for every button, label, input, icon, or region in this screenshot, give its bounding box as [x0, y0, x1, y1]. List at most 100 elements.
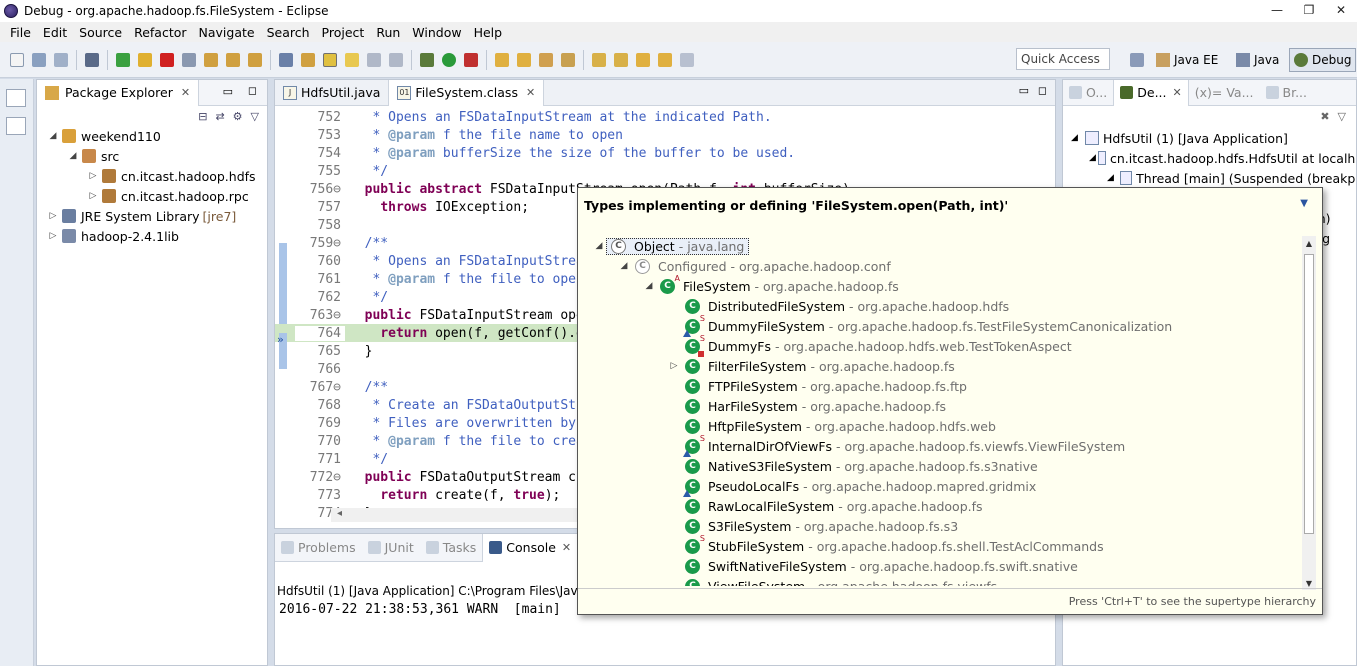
expanded-arrow-icon[interactable]: ◢	[1089, 153, 1096, 163]
tab-outline[interactable]: O...	[1063, 80, 1113, 106]
remove-terminated-icon[interactable]: ✖	[1320, 110, 1329, 123]
disconnect-icon[interactable]	[179, 50, 199, 70]
collapsed-arrow-icon[interactable]: ▷	[87, 191, 99, 201]
tree-item[interactable]: ◢ weekend110	[37, 126, 267, 146]
new-icon[interactable]	[7, 50, 27, 70]
chevron-down-icon[interactable]	[677, 50, 697, 70]
prev-annotation-icon[interactable]	[611, 50, 631, 70]
tab-console[interactable]: Console ✕	[482, 533, 579, 562]
highlight-icon[interactable]	[320, 50, 340, 70]
menu-search[interactable]: Search	[261, 25, 316, 40]
next-annotation-icon[interactable]	[589, 50, 609, 70]
code-line[interactable]: 752 * Opens an FSDataInputStream at the …	[275, 108, 1055, 126]
paragraph-icon[interactable]	[386, 50, 406, 70]
drop-to-frame-icon[interactable]	[276, 50, 296, 70]
expanded-arrow-icon[interactable]: ◢	[1107, 173, 1118, 183]
hierarchy-item[interactable]: C S StubFileSystem - org.apache.hadoop.fs.…	[582, 534, 1310, 556]
hierarchy-item[interactable]: C S DummyFileSystem - org.apache.hadoop.fs…	[582, 314, 1310, 337]
expanded-arrow-icon[interactable]: ◢	[67, 151, 79, 161]
hierarchy-item[interactable]: C S InternalDirOfViewFs - org.apache.hadoo…	[582, 434, 1310, 457]
suspend-icon[interactable]	[135, 50, 155, 70]
menu-source[interactable]: Source	[73, 25, 128, 40]
debug-icon[interactable]	[417, 50, 437, 70]
save-all-icon[interactable]	[51, 50, 71, 70]
code-line[interactable]: 753 * @param f the file name to open	[275, 126, 1055, 144]
tab-hdfsutil-java[interactable]: J HdfsUtil.java	[275, 80, 390, 106]
popup-menu-icon[interactable]: ▼	[1300, 198, 1308, 209]
restore-icon[interactable]	[6, 89, 26, 107]
quick-access-input[interactable]: Quick Access	[1016, 48, 1110, 70]
hierarchy-item[interactable]: C PseudoLocalFs - org.apache.hadoop.mapre…	[582, 476, 1310, 497]
vertical-scrollbar[interactable]: ▲ ▼	[1302, 236, 1316, 590]
chevron-down-icon[interactable]: ▽	[251, 110, 259, 123]
expanded-arrow-icon[interactable]: ◢	[47, 131, 59, 141]
scroll-up-icon[interactable]: ▲	[1302, 236, 1316, 250]
tree-item[interactable]: ▷ hadoop-2.4.1lib	[37, 226, 267, 246]
collapsed-arrow-icon[interactable]: ▷	[667, 361, 681, 371]
chevron-down-icon[interactable]: ▽	[1338, 110, 1346, 123]
debug-tree-item[interactable]: ◢ Thread [main] (Suspended (breakpo	[1063, 168, 1356, 188]
hierarchy-item[interactable]: ◢ C Configured - org.apache.hadoop.conf	[582, 256, 1310, 276]
run-icon[interactable]	[439, 50, 459, 70]
save-icon[interactable]	[29, 50, 49, 70]
hierarchy-item[interactable]: ◢ C Object - java.lang	[582, 236, 1310, 256]
hierarchy-item[interactable]: C HftpFileSystem - org.apache.hadoop.hdfs…	[582, 416, 1310, 436]
tree-item[interactable]: ◢ src	[37, 146, 267, 166]
tree-item[interactable]: ▷ cn.itcast.hadoop.rpc	[37, 186, 267, 206]
expanded-arrow-icon[interactable]: ◢	[642, 281, 656, 291]
code-line[interactable]: 754 * @param bufferSize the size of the …	[275, 144, 1055, 162]
close-button[interactable]: ✕	[1325, 0, 1357, 20]
external-tools-icon[interactable]	[461, 50, 481, 70]
menu-run[interactable]: Run	[370, 25, 406, 40]
debug-tree-item[interactable]: ◢ HdfsUtil (1) [Java Application]	[1063, 128, 1356, 148]
back-icon[interactable]	[633, 50, 653, 70]
step-into-icon[interactable]	[201, 50, 221, 70]
hierarchy-item[interactable]: C S DummyFs - org.apache.hadoop.hdfs.web.T…	[582, 334, 1310, 357]
maximize-view-icon[interactable]: ◻	[248, 84, 257, 97]
hierarchy-item[interactable]: C S3FileSystem - org.apache.hadoop.fs.s3	[582, 516, 1310, 536]
step-return-icon[interactable]	[245, 50, 265, 70]
collapsed-arrow-icon[interactable]: ▷	[47, 231, 59, 241]
open-folder-icon[interactable]	[514, 50, 534, 70]
tab-variables[interactable]: (x)= Va...	[1189, 80, 1260, 106]
skip-breakpoints-icon[interactable]	[82, 50, 102, 70]
code-line[interactable]: 755 */	[275, 162, 1055, 180]
scrollbar-thumb[interactable]	[1304, 254, 1314, 534]
hierarchy-item[interactable]: ▷ C FilterFileSystem - org.apache.hadoop.f…	[582, 356, 1310, 376]
use-step-filters-icon[interactable]	[298, 50, 318, 70]
menu-file[interactable]: File	[4, 25, 37, 40]
maximize-view-icon[interactable]: ◻	[1038, 84, 1047, 97]
hierarchy-item[interactable]: C FTPFileSystem - org.apache.hadoop.fs.ft…	[582, 376, 1310, 396]
close-icon[interactable]: ✕	[526, 86, 535, 99]
open-task-icon[interactable]	[536, 50, 556, 70]
forward-icon[interactable]	[655, 50, 675, 70]
hierarchy-item[interactable]: C SwiftNativeFileSystem - org.apache.hado…	[582, 556, 1310, 576]
link-with-editor-icon[interactable]: ⇄	[215, 110, 224, 123]
close-icon[interactable]: ✕	[181, 86, 190, 99]
hierarchy-item[interactable]: C NativeS3FileSystem - org.apache.hadoop.…	[582, 456, 1310, 476]
tab-breakpoints[interactable]: Br...	[1260, 80, 1314, 106]
menu-help[interactable]: Help	[468, 25, 509, 40]
search-tool-icon[interactable]	[558, 50, 578, 70]
maximize-button[interactable]: ❐	[1293, 0, 1325, 20]
minimize-view-icon[interactable]: ▭	[223, 85, 233, 98]
menu-refactor[interactable]: Refactor	[128, 25, 192, 40]
tab-problems[interactable]: Problems	[275, 534, 362, 562]
hierarchy-item[interactable]: C ViewFileSystem - org.apache.hadoop.fs.v…	[582, 576, 1310, 586]
hierarchy-item[interactable]: ◢ C A FileSystem - org.apache.hadoop.fs	[582, 274, 1310, 296]
perspective-java-ee[interactable]: Java EE	[1152, 48, 1222, 72]
close-icon[interactable]: ✕	[1173, 86, 1182, 99]
menu-navigate[interactable]: Navigate	[193, 25, 261, 40]
terminate-icon[interactable]	[157, 50, 177, 70]
minimize-button[interactable]: —	[1261, 0, 1293, 20]
expanded-arrow-icon[interactable]: ◢	[617, 261, 631, 271]
menu-edit[interactable]: Edit	[37, 25, 73, 40]
collapse-all-icon[interactable]: ⊟	[198, 110, 207, 123]
show-whitespace-icon[interactable]	[364, 50, 384, 70]
open-type-icon[interactable]	[492, 50, 512, 70]
collapsed-arrow-icon[interactable]: ▷	[87, 171, 99, 181]
view-menu-icon[interactable]: ⚙	[233, 110, 243, 123]
collapsed-arrow-icon[interactable]: ▷	[47, 211, 59, 221]
minimize-view-icon[interactable]: ▭	[1019, 84, 1029, 97]
hierarchy-item[interactable]: C HarFileSystem - org.apache.hadoop.fs	[582, 396, 1310, 416]
